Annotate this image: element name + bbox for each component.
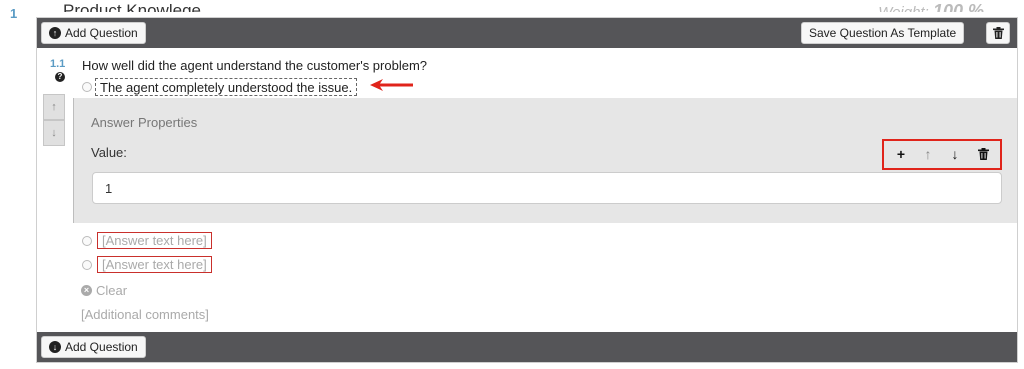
save-template-label: Save Question As Template: [809, 26, 957, 40]
bottom-toolbar: ↓ Add Question: [37, 332, 1017, 362]
add-question-label: Add Question: [65, 26, 138, 40]
answer-properties-panel: Answer Properties Value: + ↑ ↓: [73, 98, 1017, 223]
answer-radio[interactable]: [82, 236, 92, 246]
plus-icon: +: [896, 146, 906, 162]
help-icon[interactable]: ?: [55, 72, 65, 82]
red-arrow-annotation-icon: [370, 79, 413, 91]
move-answer-up-button[interactable]: ↑: [920, 146, 936, 163]
move-question-up-button[interactable]: ↑: [43, 94, 65, 120]
delete-question-button[interactable]: [986, 22, 1010, 44]
save-template-button[interactable]: Save Question As Template: [801, 22, 965, 44]
question-panel: ↑ Add Question Save Question As Template…: [36, 17, 1018, 363]
value-label: Value:: [91, 145, 127, 160]
weight-label: Weight:: [878, 4, 929, 12]
answer-tools-group: + ↑ ↓: [882, 139, 1002, 170]
question-text[interactable]: How well did the agent understand the cu…: [82, 58, 427, 73]
add-question-button[interactable]: ↑ Add Question: [41, 22, 146, 44]
section-number: 1: [10, 6, 18, 21]
add-question-button[interactable]: ↓ Add Question: [41, 336, 146, 358]
add-answer-button[interactable]: +: [893, 146, 909, 163]
arrow-up-icon: ↑: [924, 146, 932, 162]
section-title: Product Knowlege: [63, 1, 201, 12]
clear-button[interactable]: × Clear: [81, 283, 127, 298]
question-number: 1.1: [50, 58, 66, 70]
answer-radio[interactable]: [82, 82, 92, 92]
move-question-down-button[interactable]: ↓: [43, 120, 65, 146]
arrow-down-icon: ↓: [951, 146, 959, 162]
arrow-down-circle-icon: ↓: [49, 341, 61, 353]
close-circle-icon: ×: [81, 285, 92, 296]
delete-answer-button[interactable]: [975, 146, 991, 163]
trash-icon: [977, 148, 989, 160]
top-toolbar: ↑ Add Question Save Question As Template: [37, 18, 1017, 48]
arrow-up-circle-icon: ↑: [49, 27, 61, 39]
answer-text-placeholder[interactable]: [Answer text here]: [97, 232, 212, 249]
answer-text-placeholder[interactable]: [Answer text here]: [97, 256, 212, 273]
answer-value-input[interactable]: [92, 172, 1002, 204]
answer-properties-title: Answer Properties: [91, 115, 198, 130]
move-answer-down-button[interactable]: ↓: [947, 146, 963, 163]
section-weight: Weight: 100 %: [878, 0, 984, 12]
add-question-label: Add Question: [65, 340, 138, 354]
weight-value: 100 %: [932, 1, 984, 12]
additional-comments[interactable]: [Additional comments]: [81, 307, 209, 322]
answer-radio[interactable]: [82, 260, 92, 270]
trash-icon: [992, 27, 1004, 39]
selected-answer-text[interactable]: The agent completely understood the issu…: [95, 78, 358, 96]
clear-label: Clear: [96, 283, 128, 298]
